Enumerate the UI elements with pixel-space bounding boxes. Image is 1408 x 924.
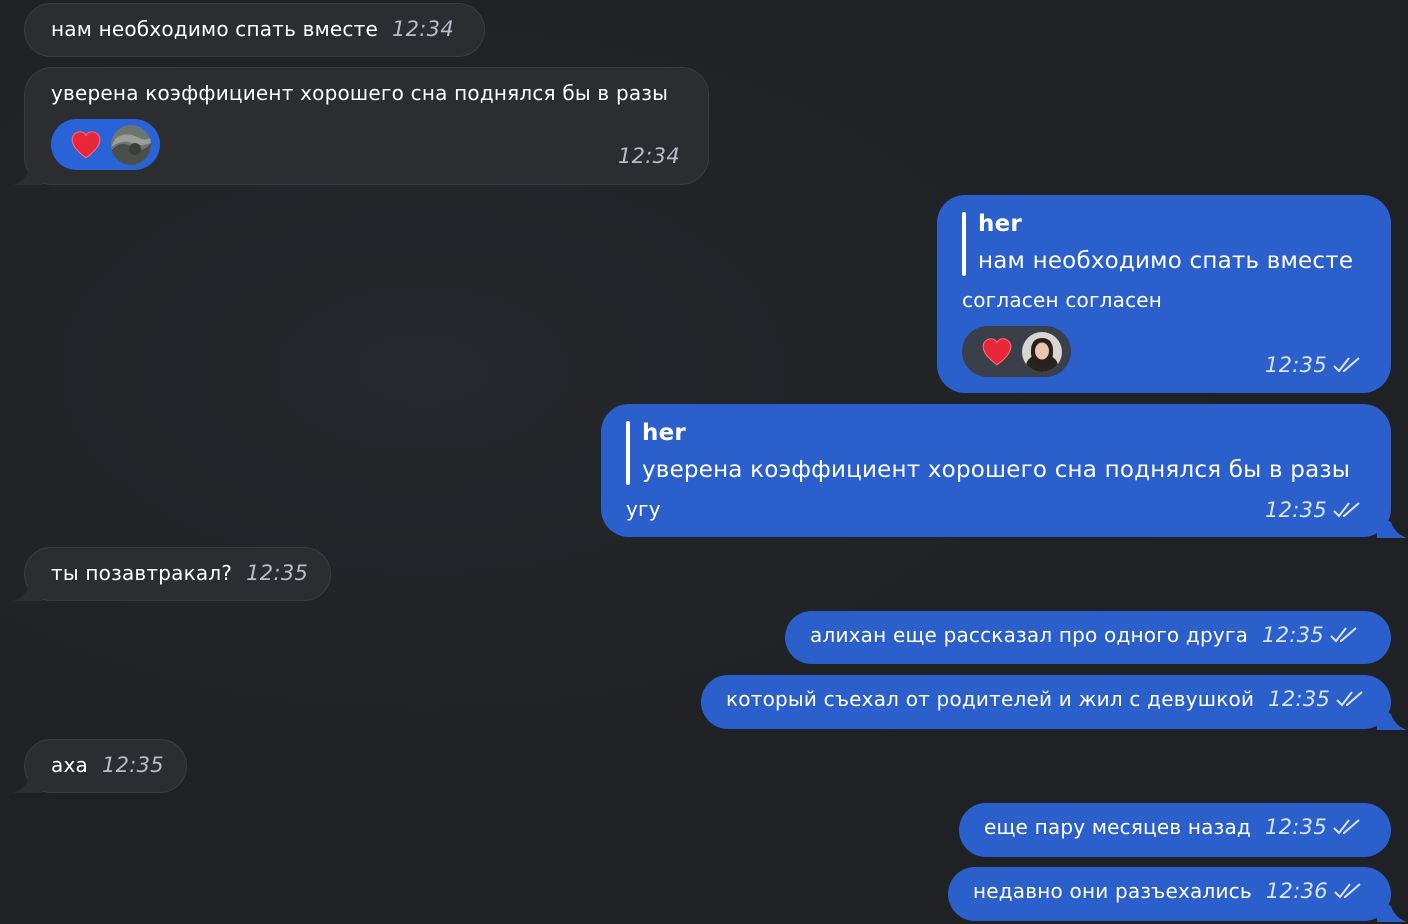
heart-icon bbox=[982, 337, 1012, 365]
message-text: алихан еще рассказал про одного друга bbox=[810, 623, 1249, 647]
reactor-avatar bbox=[111, 124, 151, 165]
message-time: 12:35 bbox=[1262, 623, 1325, 647]
double-check-icon bbox=[1336, 691, 1363, 707]
bubble-tail bbox=[13, 163, 43, 185]
message-time: 12:35 bbox=[1264, 353, 1327, 377]
chat-area: нам необходимо спать вместе 12:34 уверен… bbox=[0, 0, 1408, 924]
message-text: который съехал от родителей и жил с деву… bbox=[726, 687, 1255, 711]
message-time: 12:35 bbox=[1268, 687, 1331, 711]
incoming-message[interactable]: нам необходимо спать вместе 12:34 bbox=[24, 3, 485, 57]
reply-quote-bar bbox=[962, 212, 966, 276]
message-time: 12:36 bbox=[1265, 879, 1328, 903]
message-time: 12:35 bbox=[1264, 815, 1327, 839]
double-check-icon bbox=[1334, 883, 1361, 899]
incoming-message[interactable]: аха 12:35 bbox=[13, 739, 187, 793]
message-text: угу bbox=[626, 497, 661, 521]
message-text: нам необходимо спать вместе bbox=[51, 17, 378, 41]
outgoing-message[interactable]: her уверена коэффициент хорошего сна под… bbox=[601, 404, 1407, 538]
outgoing-message[interactable]: алихан еще рассказал про одного друга 12… bbox=[785, 611, 1391, 664]
message-time: 12:35 bbox=[246, 561, 309, 585]
outgoing-message[interactable]: her нам необходимо спать вместе согласен… bbox=[937, 195, 1391, 393]
message-text: еще пару месяцев назад bbox=[984, 815, 1251, 839]
incoming-message[interactable]: ты позавтракал? 12:35 bbox=[13, 547, 331, 601]
message-time: 12:35 bbox=[1264, 498, 1327, 522]
reply-quote-bar bbox=[626, 421, 630, 485]
outgoing-message[interactable]: недавно они разъехались 12:36 bbox=[948, 867, 1407, 922]
bubble-tail bbox=[1377, 516, 1407, 538]
double-check-icon bbox=[1333, 502, 1360, 518]
bubble-tail bbox=[1377, 900, 1407, 922]
reply-text: нам необходимо спать вместе bbox=[978, 248, 1354, 274]
message-text: ты позавтракал? bbox=[51, 561, 233, 585]
outgoing-message[interactable]: еще пару месяцев назад 12:35 bbox=[959, 803, 1391, 857]
message-time: 12:35 bbox=[101, 753, 164, 777]
reaction-pill[interactable] bbox=[962, 326, 1071, 377]
message-time: 12:34 bbox=[391, 17, 454, 41]
double-check-icon bbox=[1333, 357, 1360, 373]
reaction-pill[interactable] bbox=[51, 119, 160, 170]
double-check-icon bbox=[1330, 627, 1357, 643]
bubble-tail bbox=[13, 771, 43, 793]
message-time: 12:34 bbox=[617, 144, 680, 168]
message-text: уверена коэффициент хорошего сна поднялс… bbox=[51, 81, 669, 105]
bubble-tail bbox=[13, 579, 43, 601]
message-text: согласен согласен bbox=[962, 288, 1163, 312]
reply-text: уверена коэффициент хорошего сна поднялс… bbox=[642, 457, 1351, 483]
reactor-avatar bbox=[1022, 331, 1062, 372]
message-text: недавно они разъехались bbox=[973, 879, 1252, 903]
reply-author: her bbox=[642, 420, 686, 446]
double-check-icon bbox=[1333, 819, 1360, 835]
bubble-tail bbox=[1377, 708, 1407, 730]
outgoing-message[interactable]: который съехал от родителей и жил с деву… bbox=[701, 675, 1407, 730]
heart-icon bbox=[71, 130, 101, 158]
reply-author: her bbox=[978, 211, 1022, 237]
incoming-message[interactable]: уверена коэффициент хорошего сна поднялс… bbox=[13, 67, 709, 185]
message-text: аха bbox=[51, 753, 88, 777]
